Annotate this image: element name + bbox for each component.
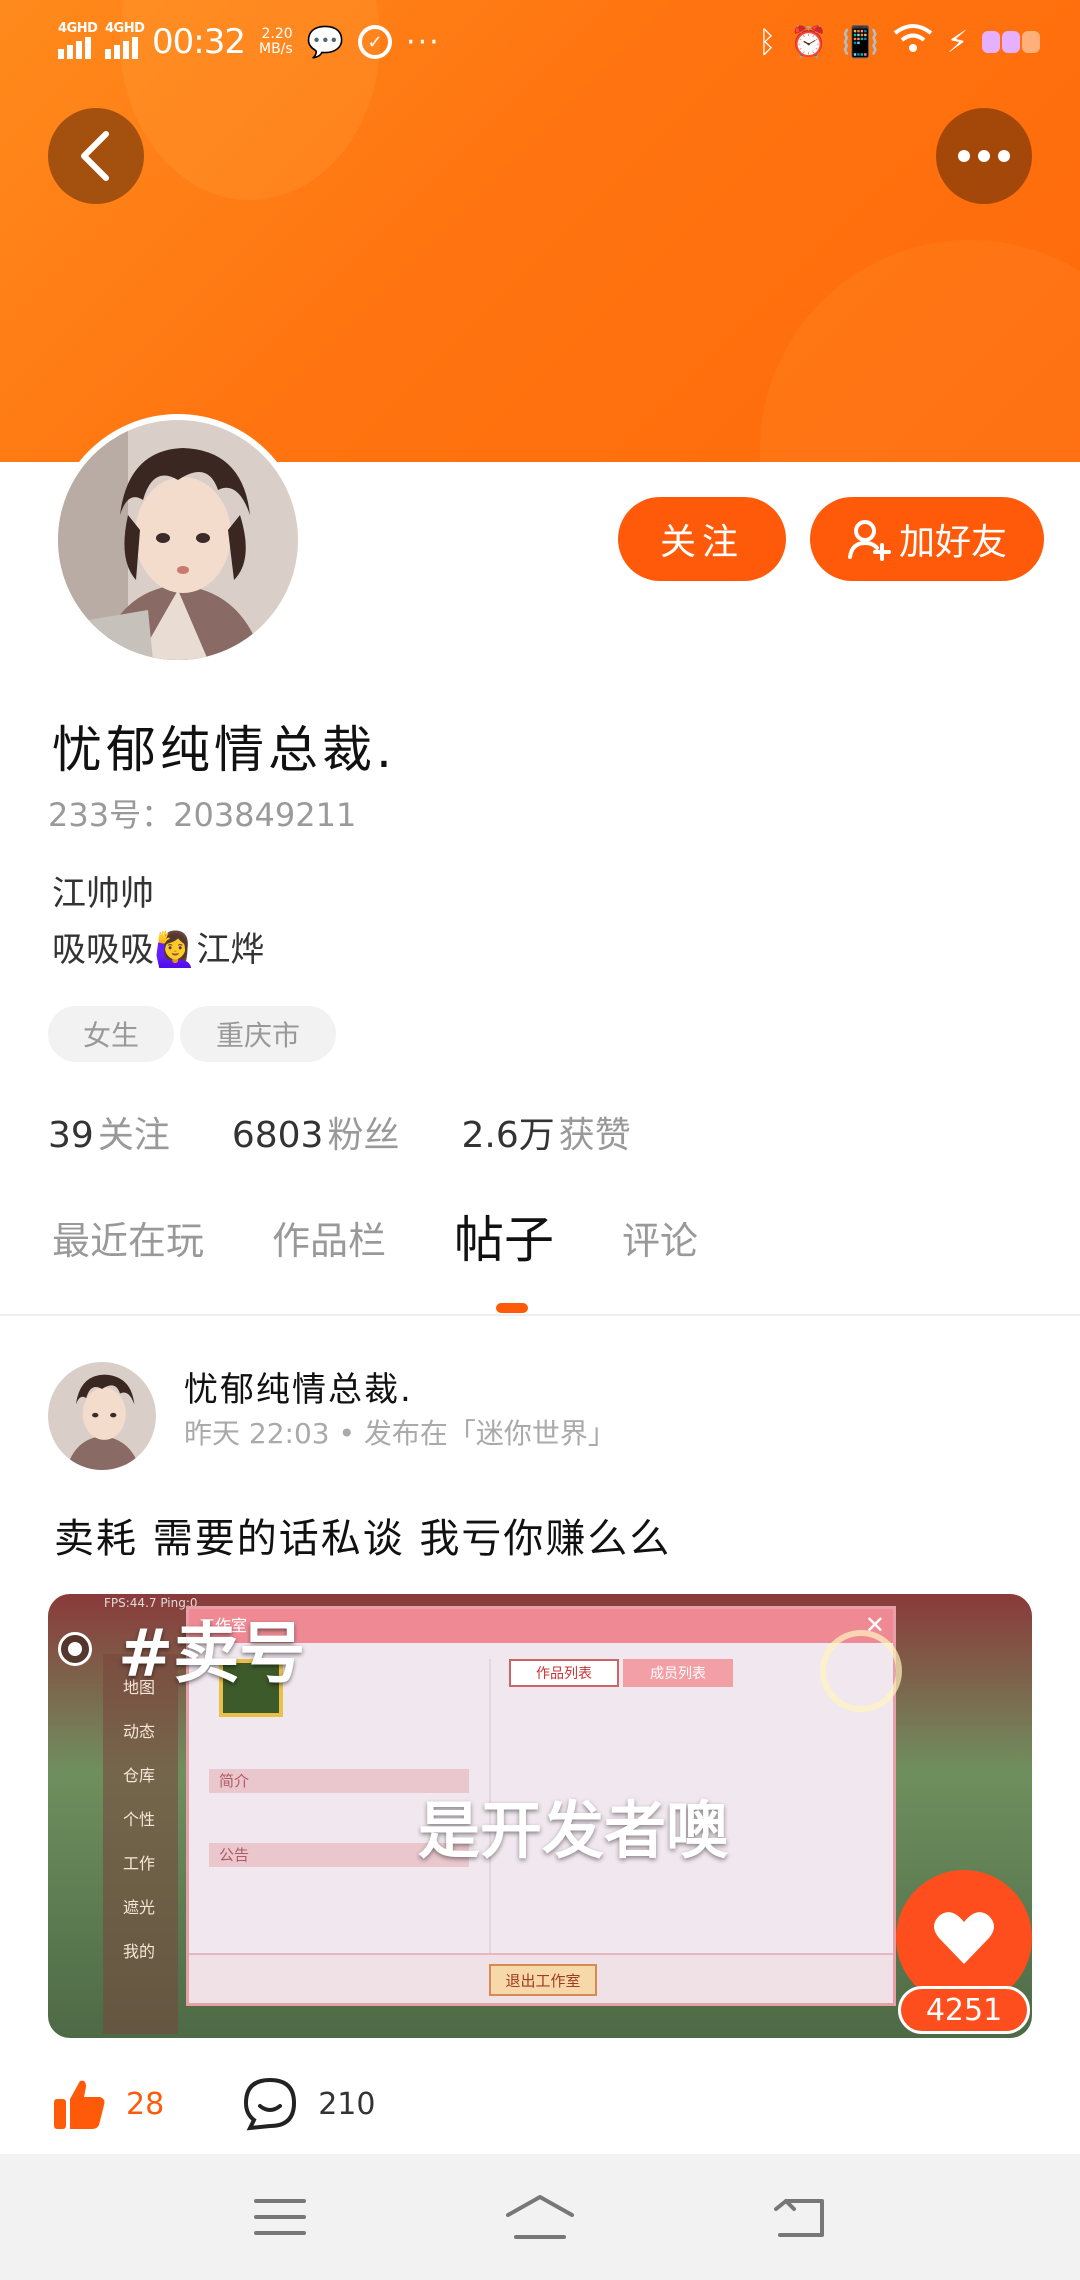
following-count: 39 xyxy=(48,1115,94,1156)
add-user-icon xyxy=(847,520,891,561)
back-button[interactable] xyxy=(48,108,144,204)
system-nav-bar xyxy=(0,2154,1080,2280)
tab-indicator xyxy=(496,1303,528,1313)
clock: 00:32 xyxy=(152,22,246,62)
home-icon xyxy=(506,2195,574,2239)
avatar-image xyxy=(58,420,298,660)
profile-bio-line: 江帅帅 xyxy=(52,874,154,914)
more-button[interactable] xyxy=(936,108,1032,204)
like-badge-count: 4251 xyxy=(898,1986,1030,2034)
network-speed: 2.20 MB/s xyxy=(259,27,293,57)
game-sidebar-item: 我的 xyxy=(123,1942,156,1961)
likes-count: 2.6万 xyxy=(461,1115,555,1156)
post-author-avatar[interactable] xyxy=(48,1362,156,1470)
location-tag: 重庆市 xyxy=(180,1006,336,1062)
image-hashtag: #卖号 xyxy=(118,1615,306,1692)
vibrate-icon: 📳 xyxy=(841,24,879,60)
thumbs-up-icon xyxy=(54,2080,105,2129)
fans-stat[interactable]: 6803 粉丝 xyxy=(232,1106,400,1158)
comment-button[interactable]: 210 xyxy=(242,2076,375,2132)
banner-decoration xyxy=(760,240,1080,462)
profile-nickname: 忧郁纯情总裁. xyxy=(52,721,396,779)
post-actions: 28 210 xyxy=(52,2076,375,2132)
profile-avatar[interactable] xyxy=(52,414,304,666)
status-bar: 4GHD 4GHD 00:32 2.20 MB/s 💬 ✓ ··· ᛒ ⏰ 📳 … xyxy=(0,0,1080,84)
menu-icon xyxy=(254,2199,306,2235)
image-caption: 是开发者噢 xyxy=(418,1794,729,1867)
more-dots-icon xyxy=(958,150,1010,162)
comment-bubble-icon xyxy=(244,2077,297,2131)
wechat-icon: 💬 xyxy=(306,24,345,60)
signal-icon: 4GHD xyxy=(105,21,145,59)
meta-separator: • xyxy=(338,1417,356,1450)
tab-comments[interactable]: 评论 xyxy=(622,1210,698,1282)
game-sidebar-item: 工作 xyxy=(123,1854,156,1873)
profile-bio-line: 吸吸吸🙋‍♀️江烨 xyxy=(52,930,265,970)
add-friend-label: 加好友 xyxy=(898,522,1007,563)
post-image[interactable]: FPS:44.7 Ping:0 地图 动态 仓库 个性 工作 遮光 我的 工作室… xyxy=(48,1594,1032,2038)
gender-tag: 女生 xyxy=(48,1006,174,1062)
tab-posts[interactable]: 帖子 xyxy=(454,1200,554,1272)
post-text: 卖耗 需要的话私谈 我亏你赚么么 xyxy=(54,1516,672,1562)
alarm-icon: ⏰ xyxy=(790,24,828,60)
touch-indicator xyxy=(820,1630,902,1712)
game-sidebar-item: 遮光 xyxy=(123,1898,156,1917)
follow-button[interactable]: 关注 xyxy=(618,497,786,581)
tab-works[interactable]: 作品栏 xyxy=(272,1210,386,1282)
follow-label: 关注 xyxy=(659,522,744,563)
sync-icon: ✓ xyxy=(358,25,393,59)
game-sidebar-item: 动态 xyxy=(123,1722,156,1741)
likes-label: 获赞 xyxy=(558,1115,631,1156)
post-meta: 昨天 22:03 • 发布在「迷你世界」 xyxy=(184,1412,616,1452)
following-label: 关注 xyxy=(97,1115,170,1156)
fans-count: 6803 xyxy=(231,1115,324,1156)
fans-label: 粉丝 xyxy=(327,1115,400,1156)
comment-count: 210 xyxy=(318,2086,376,2122)
game-tab-members: 成员列表 xyxy=(623,1659,733,1687)
game-exit-button: 退出工作室 xyxy=(489,1964,597,1996)
speed-value: 2.20 xyxy=(261,26,293,42)
bluetooth-icon: ᛒ xyxy=(758,24,777,60)
nav-home-button[interactable] xyxy=(500,2187,580,2247)
post-source[interactable]: 发布在「迷你世界」 xyxy=(364,1417,616,1450)
uid-label: 233号： xyxy=(48,796,174,834)
overflow-notifications: ··· xyxy=(406,24,441,60)
record-icon xyxy=(58,1632,92,1666)
battery-icon xyxy=(982,31,1040,53)
back-icon xyxy=(774,2199,824,2237)
chevron-left-icon xyxy=(81,131,109,181)
signal-label: 4GHD xyxy=(105,21,145,36)
speed-unit: MB/s xyxy=(258,41,293,57)
following-stat[interactable]: 39 关注 xyxy=(48,1106,170,1158)
profile-tabs: 最近在玩 作品栏 帖子 评论 xyxy=(52,1210,698,1282)
likes-stat: 2.6万 获赞 xyxy=(461,1106,630,1158)
nav-back-button[interactable] xyxy=(760,2187,840,2247)
add-friend-button[interactable]: 加好友 xyxy=(810,497,1044,581)
divider xyxy=(0,1314,1080,1316)
game-sidebar: 地图 动态 仓库 个性 工作 遮光 我的 xyxy=(103,1654,178,2034)
game-tab-works: 作品列表 xyxy=(509,1659,619,1687)
signal-icon: 4GHD xyxy=(58,21,98,59)
signal-label: 4GHD xyxy=(58,21,98,36)
wifi-icon xyxy=(893,23,933,61)
heart-icon xyxy=(934,1912,994,1964)
profile-stats: 39 关注 6803 粉丝 2.6万 获赞 xyxy=(48,1106,631,1158)
nav-menu-button[interactable] xyxy=(240,2187,320,2247)
game-sidebar-item: 个性 xyxy=(123,1810,156,1829)
tab-recent-play[interactable]: 最近在玩 xyxy=(52,1210,204,1282)
game-sidebar-item: 仓库 xyxy=(123,1766,156,1785)
post-author-name[interactable]: 忧郁纯情总裁. xyxy=(184,1362,413,1411)
like-count: 28 xyxy=(126,2086,165,2122)
uid-value: 203849211 xyxy=(173,796,357,834)
post-time: 昨天 22:03 xyxy=(184,1417,330,1450)
like-button[interactable]: 28 xyxy=(52,2077,164,2131)
profile-uid: 233号：203849211 xyxy=(48,790,356,836)
charging-icon: ⚡ xyxy=(946,24,968,60)
